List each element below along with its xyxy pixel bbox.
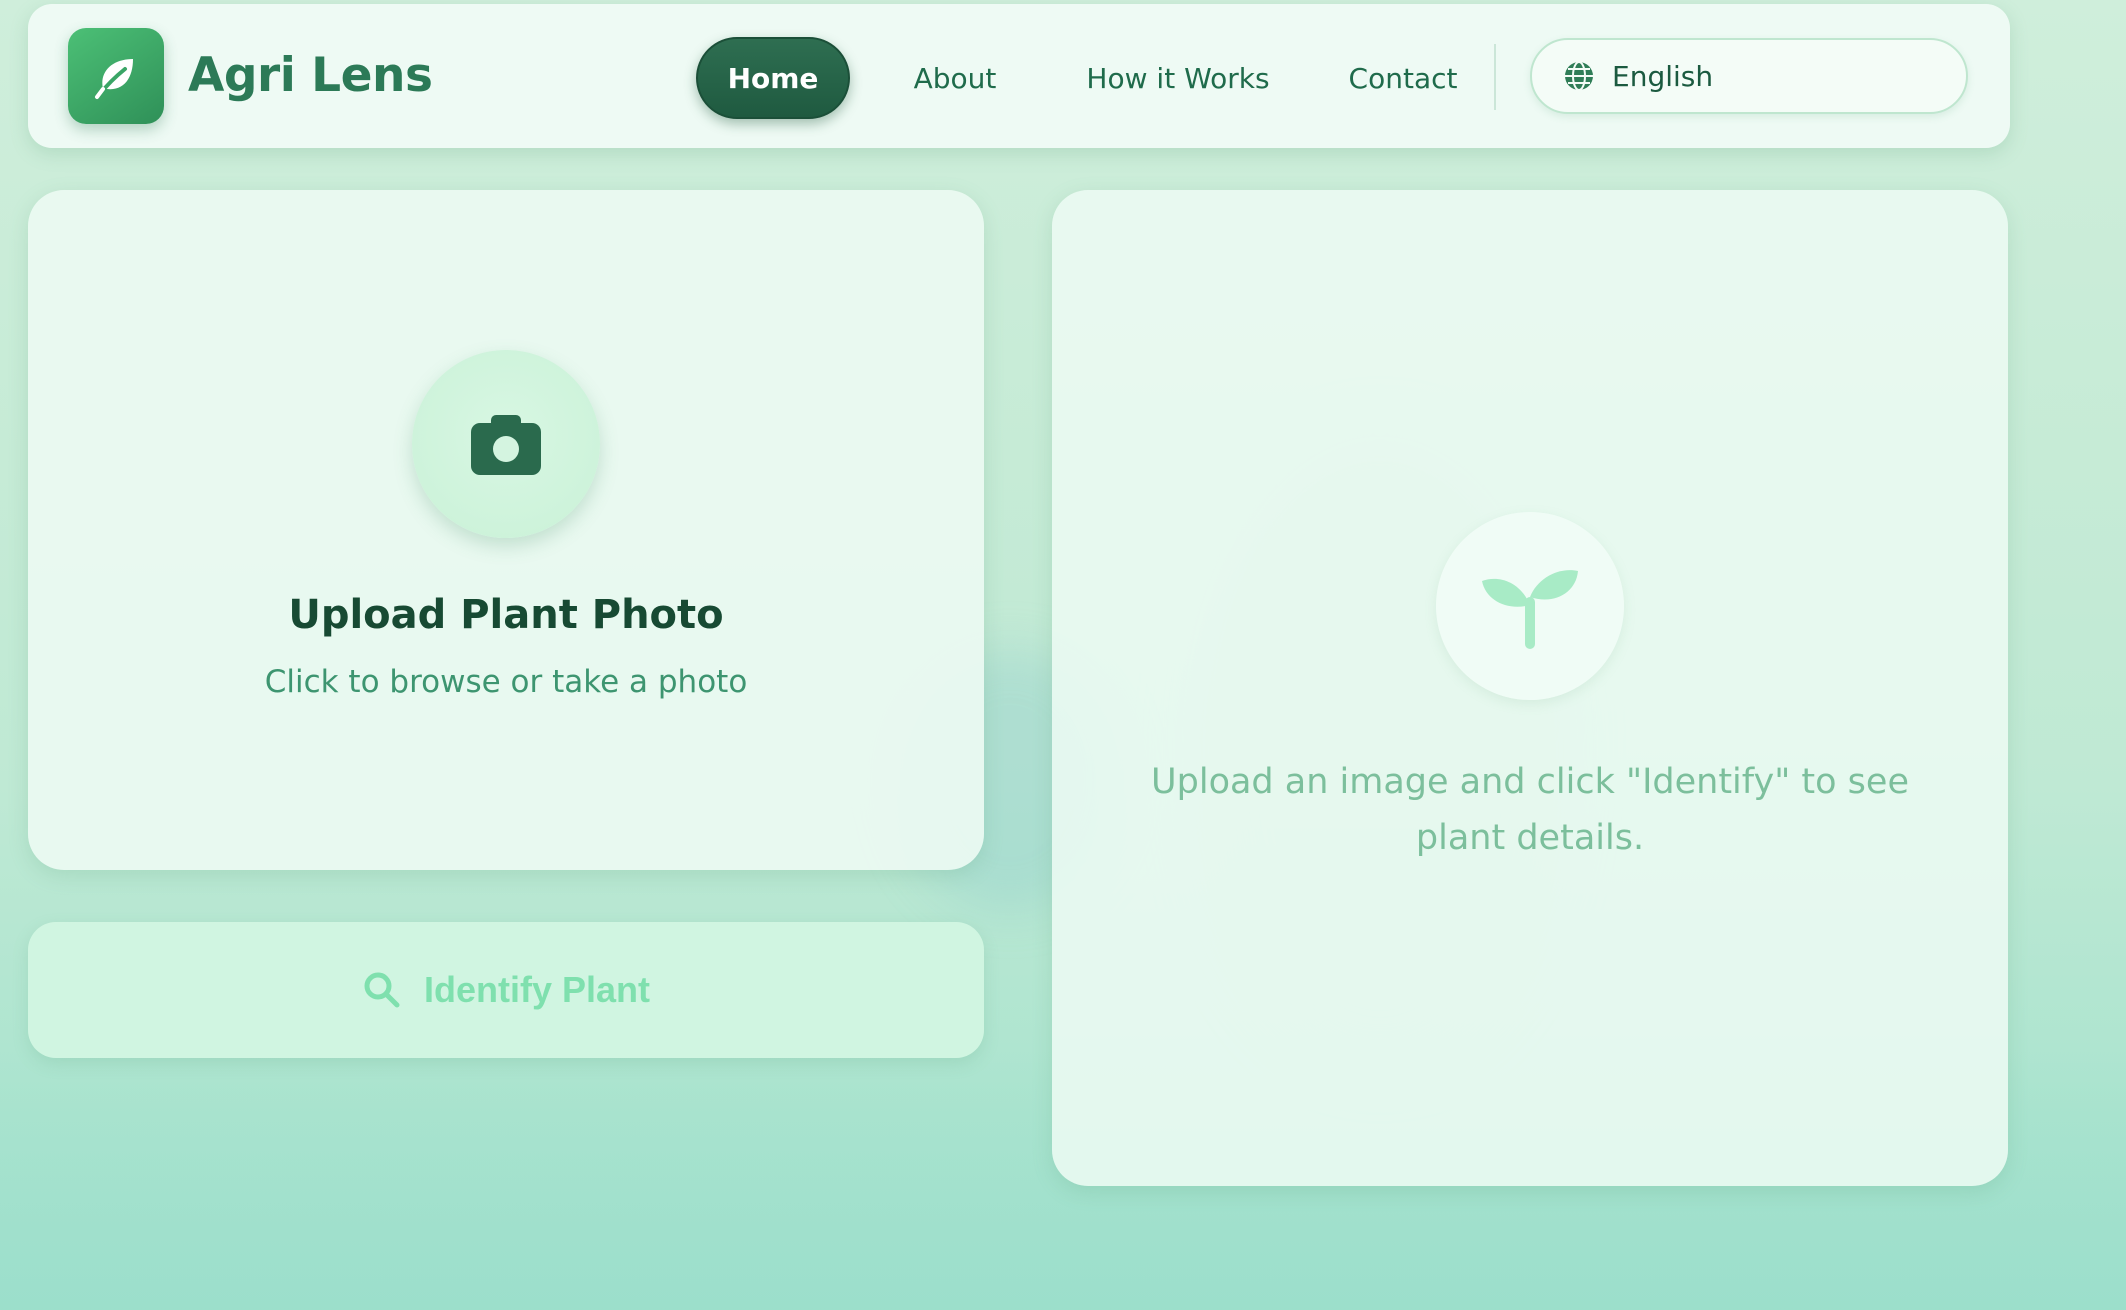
result-placeholder: Upload an image and click "Identify" to …: [1151, 762, 1909, 858]
leaf-icon: [95, 59, 133, 99]
upload-title: Upload Plant Photo: [288, 592, 724, 638]
search-icon: [364, 972, 400, 1008]
logo[interactable]: [68, 28, 164, 124]
sprout-badge: [1436, 512, 1624, 700]
identify-plant-button[interactable]: Identify Plant: [28, 922, 984, 1058]
nav-how-it-works[interactable]: How it Works: [1058, 37, 1298, 119]
nav-about[interactable]: About: [880, 37, 1030, 119]
top-header: Agri Lens Home About How it Works Contac…: [28, 4, 2010, 148]
camera-button[interactable]: [412, 350, 600, 538]
language-label: English: [1612, 59, 1714, 93]
nav-home[interactable]: Home: [696, 37, 850, 119]
app-name: Agri Lens: [188, 48, 433, 103]
nav-contact[interactable]: Contact: [1318, 37, 1488, 119]
globe-icon: [1565, 61, 1593, 91]
sprout-icon: [1482, 570, 1578, 649]
identify-plant-label: Identify Plant: [423, 969, 651, 1010]
upload-subtitle: Click to browse or take a photo: [264, 664, 748, 700]
camera-icon: [471, 415, 541, 475]
nav-divider: [1494, 44, 1496, 110]
language-select[interactable]: English: [1530, 38, 1968, 114]
upload-dropzone[interactable]: Upload Plant Photo Click to browse or ta…: [28, 190, 984, 870]
result-panel: Upload an image and click "Identify" to …: [1052, 190, 2008, 1186]
